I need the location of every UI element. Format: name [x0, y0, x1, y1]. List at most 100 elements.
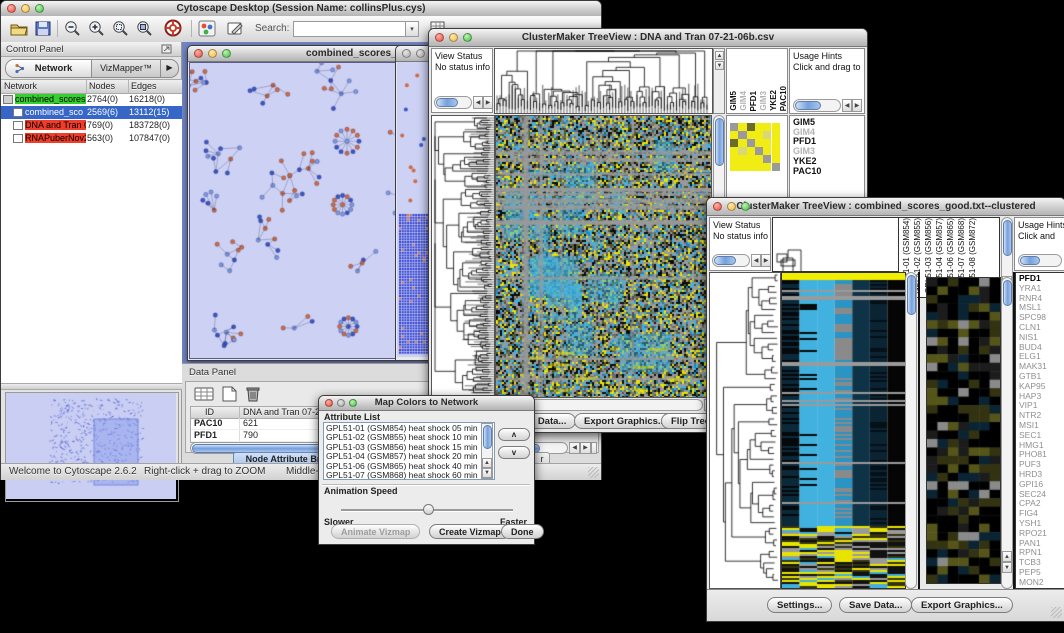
close-icon[interactable] — [435, 33, 444, 42]
open-file-icon[interactable] — [9, 20, 29, 37]
scroll-right-icon[interactable]: ▶ — [483, 96, 493, 109]
new-attribute-icon[interactable] — [219, 385, 239, 403]
button-save-data[interactable]: Save Data... — [839, 597, 912, 613]
tab-overflow-button[interactable]: ▶ — [160, 60, 178, 77]
scroll-thumb[interactable] — [907, 275, 916, 315]
panel-splitter[interactable] — [1, 383, 182, 390]
scroll-left-icon[interactable]: ◀ — [473, 96, 483, 109]
dialog-title-bar[interactable]: Map Colors to Network — [319, 396, 534, 411]
col-network[interactable]: Network — [4, 81, 37, 91]
resize-grip[interactable] — [1051, 607, 1062, 618]
attribute-list-vscrollbar[interactable]: ▲ ▼ — [481, 423, 493, 479]
zoom-selected-icon[interactable] — [111, 20, 130, 37]
tv1-zoom-matrix[interactable] — [730, 123, 780, 171]
scroll-up-icon[interactable]: ▲ — [482, 458, 492, 468]
tv2-usage-hscrollbar[interactable] — [1018, 254, 1062, 267]
button-done[interactable]: Done — [501, 524, 544, 539]
scroll-down-icon[interactable]: ▼ — [482, 468, 492, 478]
zoom-in-icon[interactable] — [87, 20, 106, 37]
vizmapper-icon[interactable] — [198, 20, 216, 37]
save-icon[interactable] — [34, 20, 52, 37]
scroll-thumb[interactable] — [436, 98, 458, 107]
close-icon[interactable] — [713, 202, 722, 211]
tv2-column-dendrogram[interactable] — [772, 217, 899, 272]
tv1-column-dendrogram[interactable] — [494, 48, 713, 114]
treeview2-title-bar[interactable]: ClusterMaker TreeView : combined_scores_… — [707, 198, 1064, 216]
help-icon[interactable] — [164, 19, 183, 38]
tv1-column-labels[interactable]: GIM5GIM4PFD1GIM3YKE2PAC10 — [726, 48, 788, 114]
network-overview-canvas[interactable] — [6, 393, 176, 499]
scroll-right-icon[interactable]: ▶ — [761, 254, 771, 267]
scroll-left-icon[interactable]: ◀ — [569, 442, 580, 454]
scroll-thumb[interactable] — [1003, 220, 1012, 256]
attribute-listbox[interactable]: GPL51-01 (GSM854) heat shock 05 minGPL51… — [323, 422, 495, 480]
zoom-out-icon[interactable] — [63, 20, 82, 37]
move-up-button[interactable]: ʌ — [498, 428, 530, 441]
scroll-up-icon[interactable]: ▲ — [715, 51, 724, 60]
scroll-thumb[interactable] — [715, 118, 724, 166]
tv1-usage-hscrollbar[interactable] — [793, 99, 841, 112]
minimize-icon[interactable] — [449, 33, 458, 42]
col-nodes[interactable]: Nodes — [89, 81, 115, 91]
id-column-header[interactable]: ID — [205, 407, 214, 417]
close-icon[interactable] — [7, 4, 16, 13]
attribute-item[interactable]: GPL51-07 (GSM868) heat shock 60 min — [326, 471, 494, 480]
zoom-window-icon[interactable] — [741, 202, 750, 211]
zoom-window-icon[interactable] — [349, 399, 357, 407]
tv1-top-scroll-strip[interactable]: ▲ ▼ — [713, 48, 725, 114]
tv2-status-hscrollbar[interactable] — [712, 254, 750, 267]
zoom-window-icon[interactable] — [463, 33, 472, 42]
search-dropdown-icon[interactable]: ▾ — [405, 21, 419, 37]
tv2-vscrollbar[interactable] — [905, 272, 917, 589]
tab-network[interactable]: Network — [6, 60, 92, 77]
scroll-thumb[interactable] — [483, 425, 492, 449]
tv1-heatmap[interactable] — [495, 115, 712, 398]
window-controls[interactable] — [7, 4, 44, 13]
close-icon[interactable] — [402, 49, 411, 58]
tv2-detail-heatmap[interactable] — [926, 277, 1001, 584]
gene-label[interactable]: PAC10 — [793, 167, 864, 177]
minimize-icon[interactable] — [21, 4, 30, 13]
tv2-heatmap[interactable] — [781, 272, 906, 589]
button-export-graphics[interactable]: Export Graphics... — [911, 597, 1013, 613]
slider-thumb[interactable] — [423, 504, 434, 515]
scroll-thumb[interactable] — [1020, 256, 1040, 265]
network-overview-panel[interactable] — [5, 392, 179, 502]
close-icon[interactable] — [325, 399, 333, 407]
gene-label[interactable]: MON2 — [1019, 578, 1064, 588]
tv2-detail-vscrollbar[interactable]: ▲ ▼ — [1001, 277, 1013, 589]
move-down-button[interactable]: v — [498, 446, 530, 459]
scroll-right-icon[interactable]: ▶ — [580, 442, 591, 454]
scroll-up-icon[interactable]: ▲ — [1002, 551, 1012, 562]
tv1-row-dendrogram[interactable] — [431, 115, 495, 398]
zoom-window-icon[interactable] — [222, 49, 231, 58]
network-tree-row[interactable]: DNA and Tran 07769(0)183728(0) — [1, 119, 182, 132]
tv2-row-dendrogram[interactable] — [709, 272, 781, 589]
scroll-thumb[interactable] — [795, 101, 821, 110]
treeview1-title-bar[interactable]: ClusterMaker TreeView : DNA and Tran 07-… — [429, 29, 867, 47]
resize-grip[interactable] — [588, 467, 599, 478]
minimize-icon[interactable] — [337, 399, 345, 407]
attribute-select-icon[interactable] — [193, 385, 215, 403]
main-title-bar[interactable]: Cytoscape Desktop (Session Name: collins… — [1, 1, 601, 17]
scroll-thumb[interactable] — [714, 256, 736, 265]
minimize-icon[interactable] — [416, 49, 425, 58]
scroll-thumb[interactable] — [1003, 280, 1012, 306]
button-animate-vizmap[interactable]: Animate Vizmap — [331, 524, 420, 539]
network-tree-row[interactable]: combined_scores2764(0)16218(0) — [1, 93, 182, 106]
button-settings[interactable]: Settings... — [767, 597, 832, 613]
scroll-left-icon[interactable]: ◀ — [751, 254, 761, 267]
tab-vizmapper[interactable]: VizMapper™ — [92, 60, 160, 77]
minimize-icon[interactable] — [727, 202, 736, 211]
scroll-down-icon[interactable]: ▼ — [1002, 562, 1012, 573]
tv2-gene-list[interactable]: PFD1YRA1RNR4MSL1SPC98CLN1NIS1BUD4ELG1MAK… — [1015, 272, 1064, 589]
search-input[interactable] — [293, 21, 407, 37]
speed-slider[interactable] — [341, 504, 513, 516]
network-tree-row[interactable]: combined_sco2569(6)13112(15) — [1, 106, 182, 119]
delete-attribute-icon[interactable] — [243, 385, 263, 403]
col-edges[interactable]: Edges — [131, 81, 157, 91]
tv1-status-hscrollbar[interactable] — [434, 96, 472, 109]
minimize-icon[interactable] — [208, 49, 217, 58]
button-create-vizmap[interactable]: Create Vizmap — [429, 524, 511, 539]
scroll-left-icon[interactable]: ◀ — [842, 99, 852, 112]
